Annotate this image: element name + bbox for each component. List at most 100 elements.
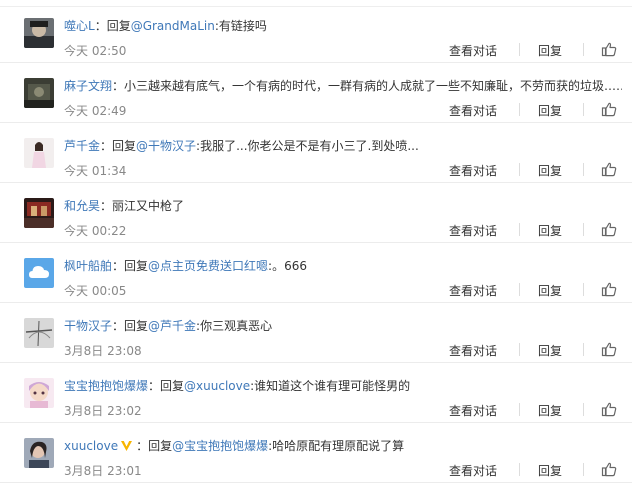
comment-text: :你三观真恶心 (196, 319, 273, 333)
username-link[interactable]: 干物汉子 (64, 319, 112, 333)
action-divider (519, 223, 520, 236)
cartoon-girl-avatar[interactable] (24, 378, 54, 408)
action-divider (583, 283, 584, 296)
comment-time: 3月8日 23:02 (64, 404, 142, 418)
mention-link[interactable]: @点主页免费送口红嗯 (148, 259, 268, 273)
comment-feed: 噬心L：回复@GrandMaLin:有链接吗 今天 02:50 查看对话 回复 麻子文翔… (0, 0, 632, 497)
reply-prefix: ：回复 (112, 259, 149, 273)
dark-scene-avatar[interactable] (24, 78, 54, 108)
thumbs-up-icon[interactable] (601, 461, 617, 477)
username-link[interactable]: 芦千金 (64, 139, 100, 153)
reply-link[interactable]: 回复 (538, 162, 562, 179)
gray-sketch-avatar[interactable] (24, 318, 54, 348)
reply-link[interactable]: 回复 (538, 102, 562, 119)
comment-text: :有链接吗 (214, 19, 267, 33)
red-scene-avatar[interactable] (24, 198, 54, 228)
comment-time: 今天 02:49 (64, 104, 127, 118)
thumbs-up-icon[interactable] (601, 221, 617, 237)
reply-prefix: ：回复 (100, 139, 137, 153)
comment-item: 噬心L：回复@GrandMaLin:有链接吗今天 02:50 查看对话 回复 (0, 3, 632, 63)
girl-portrait-avatar[interactable] (24, 138, 54, 168)
comment-item: 麻子文翔：小三越来越有底气，一个有病的时代，一群有病的人成就了一些不知廉耻，不劳… (0, 63, 632, 123)
action-divider (519, 343, 520, 356)
action-divider (583, 343, 584, 356)
comment-item: xuuclove ：回复@宝宝抱抱饱爆爆:哈哈原配有理原配说了算 3月8日 23:0… (0, 423, 632, 483)
default-cloud-avatar[interactable] (24, 258, 54, 288)
mention-link[interactable]: @宝宝抱抱饱爆爆 (172, 439, 268, 453)
action-divider (519, 43, 520, 56)
action-divider (583, 403, 584, 416)
view-conversation-link[interactable]: 查看对话 (449, 42, 497, 59)
mention-link[interactable]: @干物汉子 (136, 139, 196, 153)
vip-badge-icon (120, 439, 133, 452)
view-conversation-link[interactable]: 查看对话 (449, 222, 497, 239)
comment-text: ：小三越来越有底气，一个有病的时代，一群有病的人成就了一些不知廉耻，不劳而获的垃… (112, 79, 622, 93)
comment-text: :哈哈原配有理原配说了算 (268, 439, 405, 453)
view-conversation-link[interactable]: 查看对话 (449, 462, 497, 479)
action-divider (583, 103, 584, 116)
comment-text: ：丽江又中枪了 (100, 199, 185, 213)
reply-link[interactable]: 回复 (538, 282, 562, 299)
comment-time: 今天 02:50 (64, 44, 127, 58)
comment-item: 干物汉子：回复@芦千金:你三观真恶心 3月8日 23:08 查看对话 回复 (0, 303, 632, 363)
username-link[interactable]: xuuclove (64, 439, 118, 453)
view-conversation-link[interactable]: 查看对话 (449, 162, 497, 179)
action-divider (519, 403, 520, 416)
thumbs-up-icon[interactable] (601, 281, 617, 297)
comment-time: 今天 01:34 (64, 164, 127, 178)
mention-link[interactable]: @xuuclove (184, 379, 250, 393)
view-conversation-link[interactable]: 查看对话 (449, 102, 497, 119)
comment-line: 芦千金：回复@干物汉子:我服了...你老公是不是有小三了.到处喷... (64, 137, 622, 155)
view-conversation-link[interactable]: 查看对话 (449, 402, 497, 419)
dark-portrait-avatar[interactable] (24, 18, 54, 48)
username-link[interactable]: 噬心L (64, 19, 95, 33)
comment-line: 枫叶船舶：回复@点主页免费送口红嗯:。666 (64, 257, 622, 275)
reply-prefix: ：回复 (148, 379, 185, 393)
reply-prefix: ：回复 (94, 19, 131, 33)
reply-link[interactable]: 回复 (538, 342, 562, 359)
reply-link[interactable]: 回复 (538, 402, 562, 419)
comment-time: 3月8日 23:01 (64, 464, 142, 478)
action-divider (583, 223, 584, 236)
comment-line: 宝宝抱抱饱爆爆：回复@xuuclove:谁知道这个谁有理可能怪男的 (64, 377, 622, 395)
reply-link[interactable]: 回复 (538, 42, 562, 59)
mention-link[interactable]: @芦千金 (148, 319, 196, 333)
username-link[interactable]: 枫叶船舶 (64, 259, 112, 273)
thumbs-up-icon[interactable] (601, 341, 617, 357)
thumbs-up-icon[interactable] (601, 41, 617, 57)
thumbs-up-icon[interactable] (601, 401, 617, 417)
photo-girl-avatar[interactable] (24, 438, 54, 468)
comment-line: xuuclove ：回复@宝宝抱抱饱爆爆:哈哈原配有理原配说了算 (64, 437, 622, 455)
reply-link[interactable]: 回复 (538, 222, 562, 239)
reply-link[interactable]: 回复 (538, 462, 562, 479)
reply-prefix: ：回复 (112, 319, 149, 333)
comment-line: 干物汉子：回复@芦千金:你三观真恶心 (64, 317, 622, 335)
reply-prefix: ：回复 (136, 439, 173, 453)
action-divider (519, 163, 520, 176)
comment-item: 宝宝抱抱饱爆爆：回复@xuuclove:谁知道这个谁有理可能怪男的 3月8日 23… (0, 363, 632, 423)
username-link[interactable]: 和允昊 (64, 199, 100, 213)
comment-time: 今天 00:22 (64, 224, 127, 238)
action-divider (519, 103, 520, 116)
comment-text: :谁知道这个谁有理可能怪男的 (250, 379, 411, 393)
action-divider (519, 283, 520, 296)
view-conversation-link[interactable]: 查看对话 (449, 342, 497, 359)
action-divider (583, 43, 584, 56)
thumbs-up-icon[interactable] (601, 161, 617, 177)
comment-text: :我服了...你老公是不是有小三了.到处喷... (196, 139, 419, 153)
thumbs-up-icon[interactable] (601, 101, 617, 117)
action-divider (583, 163, 584, 176)
mention-link[interactable]: @GrandMaLin (131, 19, 215, 33)
action-divider (519, 463, 520, 476)
comment-item: 芦千金：回复@干物汉子:我服了...你老公是不是有小三了.到处喷... 今天 01… (0, 123, 632, 183)
comment-time: 今天 00:05 (64, 284, 127, 298)
view-conversation-link[interactable]: 查看对话 (449, 282, 497, 299)
comment-line: 噬心L：回复@GrandMaLin:有链接吗 (64, 17, 622, 35)
comment-line: 麻子文翔：小三越来越有底气，一个有病的时代，一群有病的人成就了一些不知廉耻，不劳… (64, 77, 622, 95)
username-link[interactable]: 麻子文翔 (64, 79, 112, 93)
comment-time: 3月8日 23:08 (64, 344, 142, 358)
username-link[interactable]: 宝宝抱抱饱爆爆 (64, 379, 148, 393)
comment-item: 枫叶船舶：回复@点主页免费送口红嗯:。666 今天 00:05 查看对话 回复 (0, 243, 632, 303)
comment-item: 和允昊：丽江又中枪了今天 00:22 查看对话 回复 (0, 183, 632, 243)
comment-line: 和允昊：丽江又中枪了 (64, 197, 622, 215)
